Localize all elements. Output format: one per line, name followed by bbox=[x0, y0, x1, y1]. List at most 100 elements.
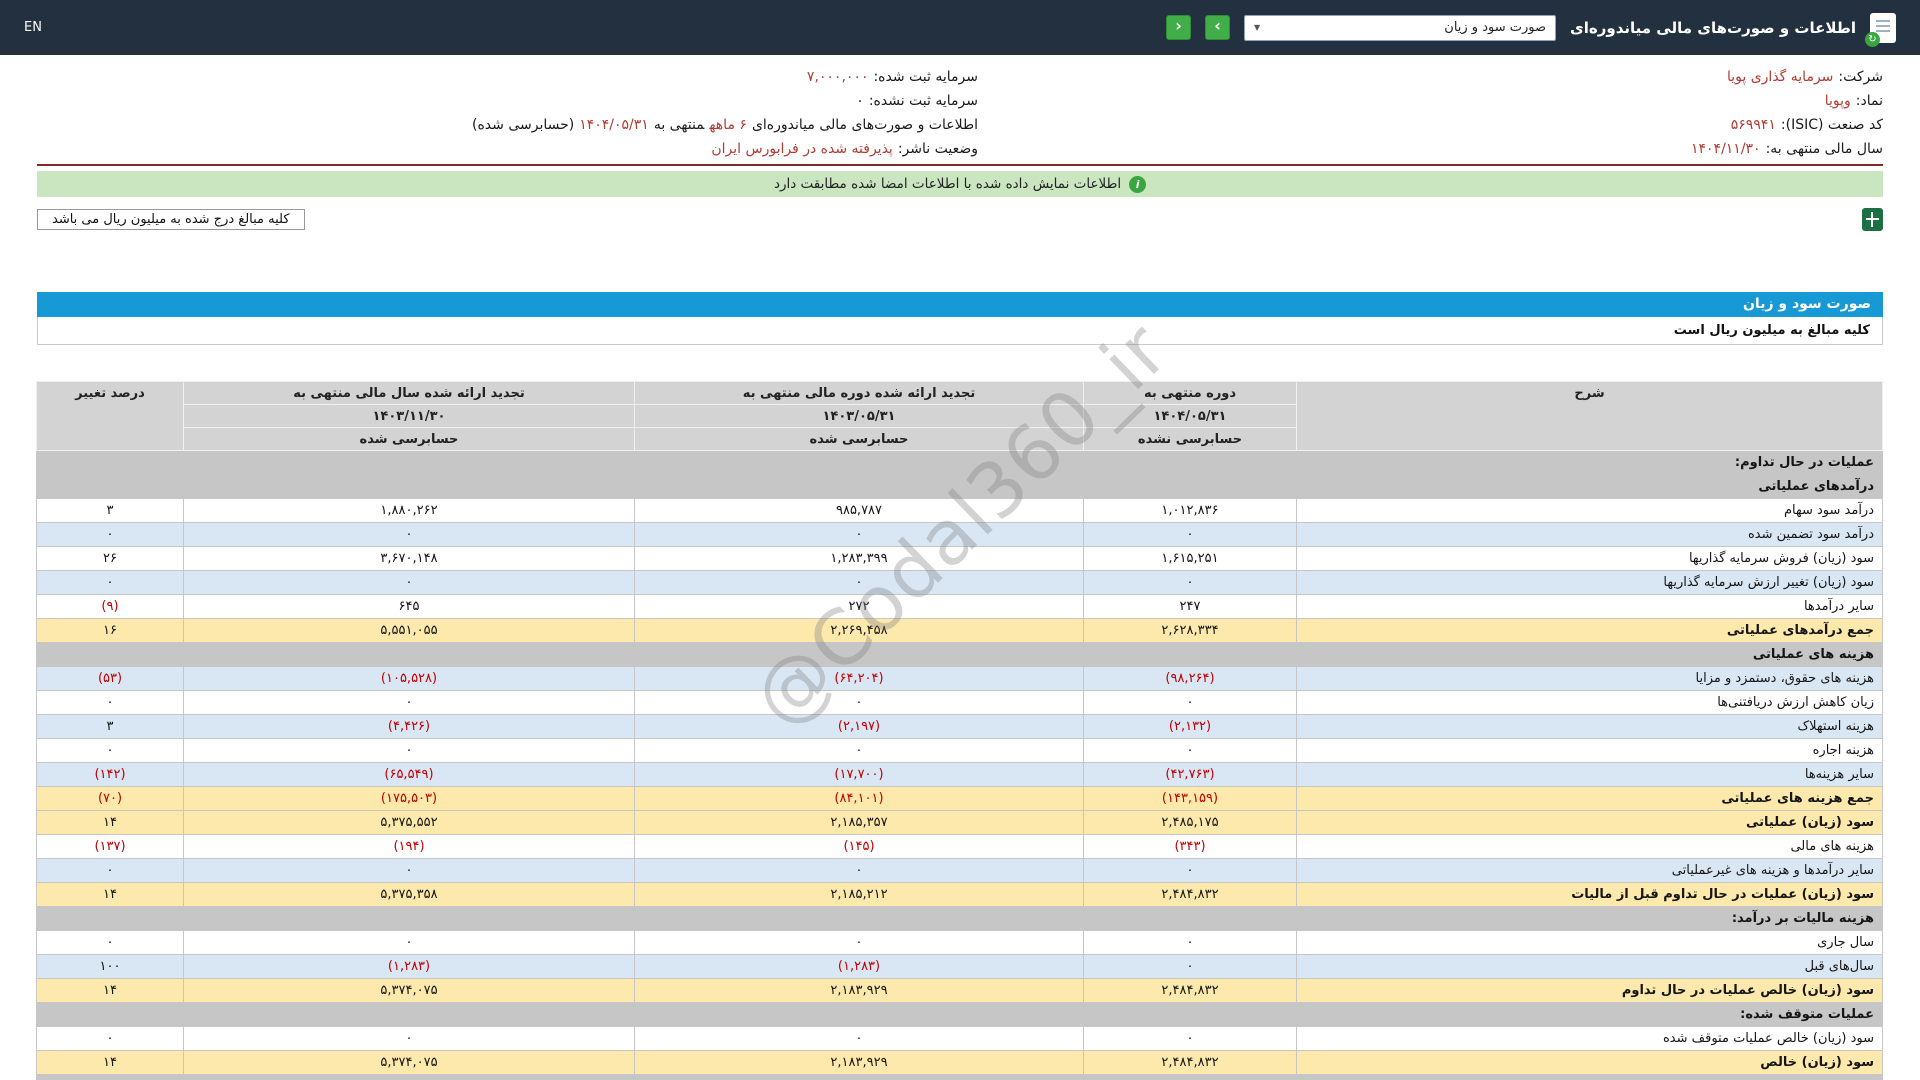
row-label: درآمد سود سهام bbox=[1296, 498, 1883, 523]
value-restated-period: ۲۷۲ bbox=[634, 594, 1084, 619]
table-data-row: هزینه استهلاک (۲,۱۳۲) (۲,۱۹۷) (۴,۴۲۶) ۳ bbox=[36, 714, 1883, 739]
value-restated-period: ۹۸۵,۷۸۷ bbox=[634, 498, 1084, 523]
value-restated-period: (۱۴۵) bbox=[634, 834, 1084, 859]
statement-select-value: صورت سود و زیان bbox=[1444, 20, 1547, 35]
value-restated-period: ۲,۲۶۹,۴۵۸ bbox=[634, 618, 1084, 643]
col-date-current-period: ۱۴۰۴/۰۵/۳۱ bbox=[1083, 404, 1297, 428]
company-info-row: شرکت:سرمایه گذاری پویا bbox=[978, 65, 1883, 89]
value-current-period: (۲,۱۳۲) bbox=[1083, 714, 1297, 739]
capital-info-row: سرمایه ثبت شده:۷,۰۰۰,۰۰۰ bbox=[37, 65, 978, 89]
company-info-column: شرکت:سرمایه گذاری پویا نماد:وپویا کد صنعت … bbox=[978, 65, 1883, 161]
excel-export-icon[interactable] bbox=[1862, 207, 1883, 231]
table-section-row: عملیات در حال تداوم: bbox=[36, 450, 1883, 475]
value-change-percent: (۷۰) bbox=[36, 786, 184, 811]
company-info-row: کد صنعت (ISIC):۵۶۹۹۴۱ bbox=[978, 113, 1883, 137]
value-restated-year bbox=[183, 474, 635, 499]
table-data-row: سود (زیان) عملیات در حال تداوم قبل از ما… bbox=[36, 882, 1883, 907]
value-current-period: ۰ bbox=[1083, 570, 1297, 595]
value-current-period: ۲,۴۸۴,۸۳۲ bbox=[1083, 882, 1297, 907]
nav-forward-button[interactable]: › bbox=[1205, 15, 1231, 40]
table-section-row: درآمدهای عملیاتی bbox=[36, 474, 1883, 499]
row-label: درآمدهای عملیاتی bbox=[1296, 474, 1883, 499]
value-change-percent bbox=[36, 450, 184, 475]
info-value: سرمایه گذاری پویا bbox=[1726, 69, 1834, 85]
row-label: سایر هزینه‌ها bbox=[1296, 762, 1883, 787]
value-restated-period: ۰ bbox=[634, 858, 1084, 883]
info-value: ۰ bbox=[856, 93, 864, 109]
logo-refresh-icon: ↻ bbox=[1865, 31, 1880, 47]
value-restated-year: ۰ bbox=[183, 930, 635, 955]
statement-title-bar: صورت سود و زیان bbox=[37, 292, 1883, 317]
row-label: سایر درآمدها و هزینه های غیرعملیاتی bbox=[1296, 858, 1883, 883]
info-label: اطلاعات و صورت‌های مالی میاندوره‌ای bbox=[751, 117, 978, 133]
table-section-row bbox=[36, 1074, 1883, 1080]
value-restated-year: ۰ bbox=[183, 522, 635, 547]
codal-logo-icon[interactable]: ↻ bbox=[1865, 12, 1896, 47]
table-data-row: سال جاری ۰ ۰ ۰ ۰ bbox=[36, 930, 1883, 955]
value-restated-year: (۴,۴۲۶) bbox=[183, 714, 635, 739]
statement-select[interactable]: صورت سود و زیان ▼ bbox=[1244, 14, 1557, 41]
table-data-row: سایر درآمدها و هزینه های غیرعملیاتی ۰ ۰ ۰ ۰ bbox=[36, 858, 1883, 883]
value-change-percent: ۰ bbox=[36, 930, 184, 955]
value-current-period: ۰ bbox=[1083, 690, 1297, 715]
info-value: ۵۶۹۹۴۱ bbox=[1730, 117, 1776, 133]
value-current-period: ۰ bbox=[1083, 522, 1297, 547]
value-restated-period bbox=[634, 450, 1084, 475]
statement-table-body: عملیات در حال تداوم: درآمدهای عملیاتی درآم… bbox=[36, 450, 1883, 1080]
capital-info-column: سرمایه ثبت شده:۷,۰۰۰,۰۰۰ سرمایه ثبت نشده:… bbox=[37, 65, 978, 161]
chevron-down-icon: ▼ bbox=[1254, 23, 1261, 32]
value-change-percent: ۰ bbox=[36, 522, 184, 547]
value-restated-period: ۰ bbox=[634, 690, 1084, 715]
row-label: هزینه های عملیاتی bbox=[1296, 642, 1883, 667]
language-en-link[interactable]: EN bbox=[24, 20, 42, 35]
table-section-row: هزینه های عملیاتی bbox=[36, 642, 1883, 667]
row-label: هزینه های حقوق، دستمزد و مزایا bbox=[1296, 666, 1883, 691]
value-restated-year: ۵,۵۵۱,۰۵۵ bbox=[183, 618, 635, 643]
value-change-percent bbox=[36, 906, 184, 931]
value-current-period bbox=[1083, 1074, 1297, 1080]
table-data-row: هزینه های حقوق، دستمزد و مزایا (۹۸,۲۶۴) (۶… bbox=[36, 666, 1883, 691]
table-data-row: سود (زیان) عملیاتی ۲,۴۸۵,۱۷۵ ۲,۱۸۵,۳۵۷ ۵,۳۷… bbox=[36, 810, 1883, 835]
value-restated-year: ۵,۳۷۵,۵۵۲ bbox=[183, 810, 635, 835]
value-change-percent: ۰ bbox=[36, 1026, 184, 1051]
value-change-percent: ۰ bbox=[36, 858, 184, 883]
value-restated-period: ۲,۱۸۳,۹۲۹ bbox=[634, 978, 1084, 1003]
value-change-percent: (۹) bbox=[36, 594, 184, 619]
value-change-percent: ۳ bbox=[36, 714, 184, 739]
row-label: عملیات در حال تداوم: bbox=[1296, 450, 1883, 475]
row-label: سود (زیان) تغییر ارزش سرمایه گذاریها bbox=[1296, 570, 1883, 595]
nav-back-button[interactable]: ‹ bbox=[1166, 15, 1192, 40]
value-current-period: ۱,۰۱۲,۸۳۶ bbox=[1083, 498, 1297, 523]
value-current-period bbox=[1083, 450, 1297, 475]
value-restated-period: ۲,۱۸۵,۳۵۷ bbox=[634, 810, 1084, 835]
col-header-current-period: دوره منتهی به bbox=[1083, 381, 1297, 405]
row-label: سود (زیان) فروش سرمایه گذاریها bbox=[1296, 546, 1883, 571]
table-data-row: هزینه اجاره ۰ ۰ ۰ ۰ bbox=[36, 738, 1883, 763]
value-restated-year: ۵,۳۷۴,۰۷۵ bbox=[183, 978, 635, 1003]
value-restated-period: (۲,۱۹۷) bbox=[634, 714, 1084, 739]
row-label: سایر درآمدها bbox=[1296, 594, 1883, 619]
value-restated-period: ۰ bbox=[634, 738, 1084, 763]
value-restated-year: (۱,۲۸۳) bbox=[183, 954, 635, 979]
value-change-percent bbox=[36, 474, 184, 499]
value-change-percent bbox=[36, 642, 184, 667]
value-change-percent: (۱۳۷) bbox=[36, 834, 184, 859]
value-restated-year: ۰ bbox=[183, 570, 635, 595]
table-data-row: سود (زیان) خالص عملیات متوقف شده ۰ ۰ ۰ ۰ bbox=[36, 1026, 1883, 1051]
value-current-period: (۴۲,۷۶۳) bbox=[1083, 762, 1297, 787]
table-data-row: زیان کاهش ارزش دریافتنی‌ها ۰ ۰ ۰ ۰ bbox=[36, 690, 1883, 715]
value-change-percent: ۰ bbox=[36, 570, 184, 595]
value-restated-period bbox=[634, 1002, 1084, 1027]
row-label: عملیات متوقف شده: bbox=[1296, 1002, 1883, 1027]
value-restated-year: (۶۵,۵۴۹) bbox=[183, 762, 635, 787]
col-audit-restated-period: حسابرسی شده bbox=[634, 427, 1084, 451]
value-current-period: ۰ bbox=[1083, 930, 1297, 955]
info-icon: i bbox=[1129, 175, 1147, 193]
value-restated-period: ۰ bbox=[634, 930, 1084, 955]
value-restated-year: ۰ bbox=[183, 738, 635, 763]
col-audit-restated-year: حسابرسی شده bbox=[183, 427, 635, 451]
value-restated-year bbox=[183, 1074, 635, 1080]
row-label: زیان کاهش ارزش دریافتنی‌ها bbox=[1296, 690, 1883, 715]
value-change-percent bbox=[36, 1074, 184, 1080]
value-restated-year: ۰ bbox=[183, 690, 635, 715]
